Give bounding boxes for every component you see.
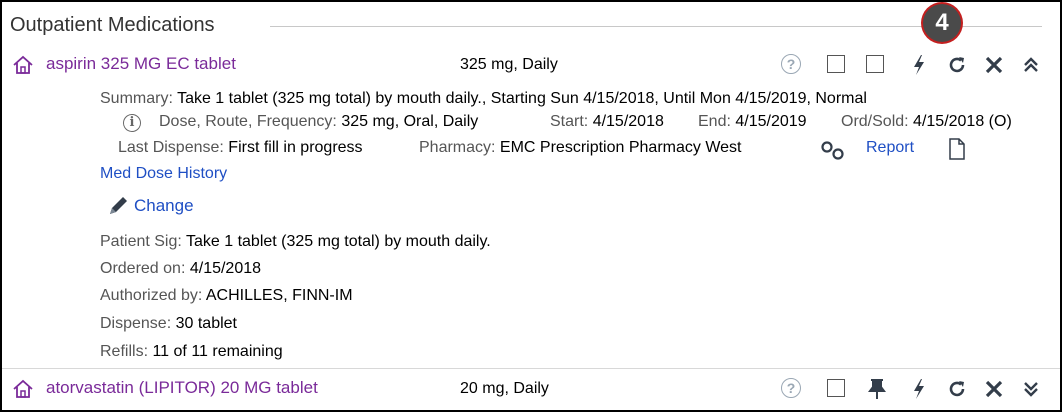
- info-icon[interactable]: i: [123, 114, 141, 132]
- summary-label: Summary:: [100, 90, 173, 107]
- refills-label: Refills:: [100, 343, 149, 360]
- home-icon: [13, 379, 33, 398]
- help-icon[interactable]: ?: [781, 378, 801, 398]
- row-divider: [2, 368, 1060, 369]
- end-label: End:: [698, 113, 731, 130]
- dose-route-frequency-row: Dose, Route, Frequency: 325 mg, Oral, Da…: [159, 113, 478, 131]
- pharmacy-row: Pharmacy: EMC Prescription Pharmacy West: [419, 139, 741, 157]
- pencil-icon[interactable]: [108, 196, 130, 216]
- med-name-link[interactable]: atorvastatin (LIPITOR) 20 MG tablet: [46, 378, 318, 398]
- close-icon[interactable]: [984, 55, 1004, 75]
- end-row: End: 4/15/2019: [698, 113, 807, 131]
- close-icon[interactable]: [984, 379, 1004, 399]
- drf-label: Dose, Route, Frequency:: [159, 113, 337, 130]
- step-number-badge: 4: [923, 4, 961, 42]
- start-value: 4/15/2018: [592, 113, 664, 130]
- summary-value: Take 1 tablet (325 mg total) by mouth da…: [177, 90, 867, 107]
- ordered-on-row: Ordered on: 4/15/2018: [100, 260, 261, 278]
- authorized-by-value: ACHILLES, FINN-IM: [205, 287, 353, 304]
- section-title: Outpatient Medications: [10, 14, 215, 36]
- pharmacy-label: Pharmacy:: [419, 139, 496, 156]
- patient-sig-label: Patient Sig:: [100, 233, 182, 250]
- ordered-on-label: Ordered on:: [100, 260, 186, 277]
- authorized-by-label: Authorized by:: [100, 287, 203, 304]
- patient-sig-row: Patient Sig: Take 1 tablet (325 mg total…: [100, 233, 491, 251]
- medication-panel: Outpatient Medications 4 aspirin 325 MG …: [0, 0, 1062, 412]
- change-link[interactable]: Change: [134, 196, 194, 216]
- lightning-icon[interactable]: [910, 54, 928, 76]
- ordsold-label: Ord/Sold:: [841, 113, 909, 130]
- drf-value: 325 mg, Oral, Daily: [341, 113, 479, 130]
- checkbox-2[interactable]: [866, 55, 884, 73]
- pin-icon[interactable]: [868, 378, 886, 400]
- report-link[interactable]: Report: [866, 139, 914, 157]
- last-dispense-value: First fill in progress: [228, 139, 363, 156]
- med-name-link[interactable]: aspirin 325 MG EC tablet: [46, 54, 236, 74]
- summary-row: Summary: Take 1 tablet (325 mg total) by…: [100, 90, 867, 108]
- ordered-on-value: 4/15/2018: [189, 260, 262, 277]
- refills-row: Refills: 11 of 11 remaining: [100, 343, 283, 361]
- refresh-icon[interactable]: [946, 378, 968, 400]
- start-row: Start: 4/15/2018: [550, 113, 664, 131]
- med-dose: 20 mg, Daily: [460, 380, 549, 397]
- ordsold-row: Ord/Sold: 4/15/2018 (O): [841, 113, 1012, 131]
- dispense-value: 30 tablet: [175, 315, 237, 332]
- lightning-icon[interactable]: [910, 378, 928, 400]
- patient-sig-value: Take 1 tablet (325 mg total) by mouth da…: [185, 233, 491, 250]
- refills-value: 11 of 11 remaining: [152, 343, 283, 360]
- home-icon: [13, 55, 33, 74]
- link-chain-icon[interactable]: [820, 139, 846, 161]
- refresh-icon[interactable]: [946, 54, 968, 76]
- help-icon[interactable]: ?: [781, 54, 801, 74]
- checkbox-1[interactable]: [827, 55, 845, 73]
- document-icon[interactable]: [948, 138, 966, 160]
- expand-chevron-icon[interactable]: [1021, 379, 1041, 399]
- authorized-by-row: Authorized by: ACHILLES, FINN-IM: [100, 287, 353, 305]
- dispense-row: Dispense: 30 tablet: [100, 315, 237, 333]
- start-label: Start:: [550, 113, 589, 130]
- dispense-label: Dispense:: [100, 315, 172, 332]
- end-value: 4/15/2019: [735, 113, 807, 130]
- collapse-chevron-icon[interactable]: [1021, 55, 1041, 75]
- last-dispense-row: Last Dispense: First fill in progress: [118, 139, 363, 157]
- checkbox-1[interactable]: [827, 379, 845, 397]
- med-dose-history-link[interactable]: Med Dose History: [100, 165, 227, 183]
- ordsold-value: 4/15/2018 (O): [913, 113, 1012, 130]
- pharmacy-value: EMC Prescription Pharmacy West: [499, 139, 742, 156]
- med-dose: 325 mg, Daily: [460, 56, 558, 73]
- last-dispense-label: Last Dispense:: [118, 139, 224, 156]
